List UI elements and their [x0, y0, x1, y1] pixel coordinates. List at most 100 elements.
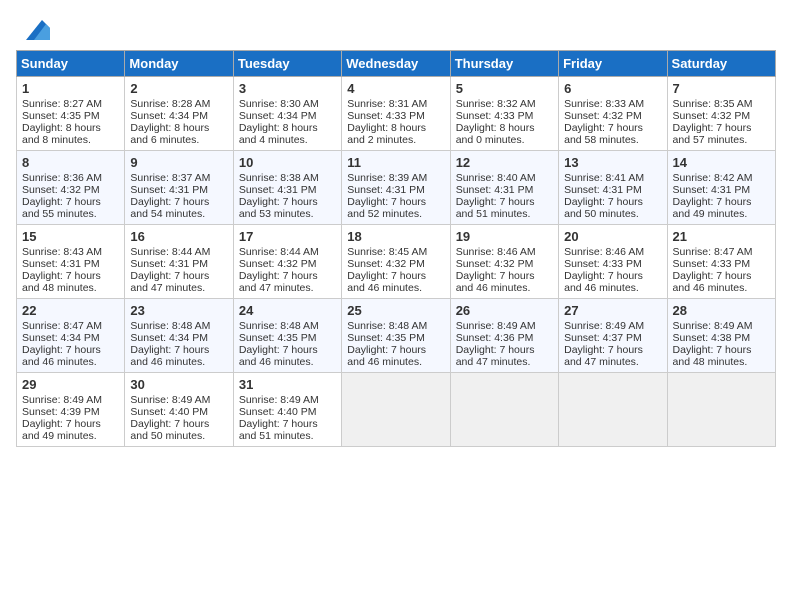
sunrise: Sunrise: 8:42 AM [673, 172, 753, 184]
calendar-cell: 28Sunrise: 8:49 AMSunset: 4:38 PMDayligh… [667, 299, 775, 373]
sunset: Sunset: 4:32 PM [673, 110, 751, 122]
daylight: Daylight: 7 hours and 58 minutes. [564, 122, 643, 146]
sunset: Sunset: 4:34 PM [130, 110, 208, 122]
calendar-cell: 6 Sunrise: 8:33 AMSunset: 4:32 PMDaylight… [559, 77, 667, 151]
sunset: Sunset: 4:31 PM [456, 184, 534, 196]
sunrise: Sunrise: 8:27 AM [22, 98, 102, 110]
day-number: 2 [130, 81, 227, 96]
logo-icon [18, 16, 50, 44]
sunrise: Sunrise: 8:49 AM [673, 320, 753, 332]
sunset: Sunset: 4:31 PM [564, 184, 642, 196]
day-number: 1 [22, 81, 119, 96]
daylight: Daylight: 8 hours and 8 minutes. [22, 122, 101, 146]
weekday-header: Saturday [667, 51, 775, 77]
calendar-cell: 7Sunrise: 8:35 AMSunset: 4:32 PMDaylight… [667, 77, 775, 151]
calendar-cell: 9Sunrise: 8:37 AMSunset: 4:31 PMDaylight… [125, 151, 233, 225]
sunset: Sunset: 4:35 PM [22, 110, 100, 122]
sunrise: Sunrise: 8:49 AM [22, 394, 102, 406]
day-number: 30 [130, 377, 227, 392]
daylight: Daylight: 7 hours and 49 minutes. [22, 418, 101, 442]
daylight: Daylight: 7 hours and 46 minutes. [564, 270, 643, 294]
logo [16, 16, 50, 44]
calendar-week-row: 22Sunrise: 8:47 AMSunset: 4:34 PMDayligh… [17, 299, 776, 373]
sunset: Sunset: 4:35 PM [347, 332, 425, 344]
sunset: Sunset: 4:33 PM [456, 110, 534, 122]
sunrise: Sunrise: 8:30 AM [239, 98, 319, 110]
sunset: Sunset: 4:31 PM [239, 184, 317, 196]
calendar-cell: 29Sunrise: 8:49 AMSunset: 4:39 PMDayligh… [17, 373, 125, 447]
calendar-cell: 16Sunrise: 8:44 AMSunset: 4:31 PMDayligh… [125, 225, 233, 299]
sunrise: Sunrise: 8:45 AM [347, 246, 427, 258]
sunset: Sunset: 4:32 PM [564, 110, 642, 122]
daylight: Daylight: 7 hours and 47 minutes. [130, 270, 209, 294]
calendar-cell: 17Sunrise: 8:44 AMSunset: 4:32 PMDayligh… [233, 225, 341, 299]
day-number: 5 [456, 81, 553, 96]
calendar-cell: 30Sunrise: 8:49 AMSunset: 4:40 PMDayligh… [125, 373, 233, 447]
day-number: 12 [456, 155, 553, 170]
weekday-header: Wednesday [342, 51, 450, 77]
daylight: Daylight: 7 hours and 54 minutes. [130, 196, 209, 220]
sunset: Sunset: 4:33 PM [347, 110, 425, 122]
sunrise: Sunrise: 8:46 AM [564, 246, 644, 258]
sunset: Sunset: 4:35 PM [239, 332, 317, 344]
sunrise: Sunrise: 8:44 AM [130, 246, 210, 258]
calendar-cell: 15Sunrise: 8:43 AMSunset: 4:31 PMDayligh… [17, 225, 125, 299]
sunset: Sunset: 4:40 PM [239, 406, 317, 418]
day-number: 6 [564, 81, 661, 96]
daylight: Daylight: 7 hours and 51 minutes. [239, 418, 318, 442]
day-number: 17 [239, 229, 336, 244]
day-number: 28 [673, 303, 770, 318]
day-number: 24 [239, 303, 336, 318]
daylight: Daylight: 8 hours and 2 minutes. [347, 122, 426, 146]
sunrise: Sunrise: 8:33 AM [564, 98, 644, 110]
calendar-cell: 31Sunrise: 8:49 AMSunset: 4:40 PMDayligh… [233, 373, 341, 447]
sunrise: Sunrise: 8:48 AM [347, 320, 427, 332]
daylight: Daylight: 7 hours and 49 minutes. [673, 196, 752, 220]
sunrise: Sunrise: 8:47 AM [22, 320, 102, 332]
day-number: 10 [239, 155, 336, 170]
sunrise: Sunrise: 8:48 AM [239, 320, 319, 332]
daylight: Daylight: 7 hours and 48 minutes. [22, 270, 101, 294]
sunset: Sunset: 4:31 PM [130, 184, 208, 196]
day-number: 25 [347, 303, 444, 318]
sunrise: Sunrise: 8:31 AM [347, 98, 427, 110]
sunset: Sunset: 4:31 PM [347, 184, 425, 196]
calendar-cell: 18Sunrise: 8:45 AMSunset: 4:32 PMDayligh… [342, 225, 450, 299]
day-number: 15 [22, 229, 119, 244]
calendar-week-row: 29Sunrise: 8:49 AMSunset: 4:39 PMDayligh… [17, 373, 776, 447]
day-number: 8 [22, 155, 119, 170]
daylight: Daylight: 7 hours and 46 minutes. [130, 344, 209, 368]
sunset: Sunset: 4:33 PM [564, 258, 642, 270]
day-number: 16 [130, 229, 227, 244]
sunrise: Sunrise: 8:43 AM [22, 246, 102, 258]
day-number: 18 [347, 229, 444, 244]
sunset: Sunset: 4:34 PM [130, 332, 208, 344]
calendar-cell: 24 Sunrise: 8:48 AMSunset: 4:35 PMDayligh… [233, 299, 341, 373]
sunrise: Sunrise: 8:49 AM [564, 320, 644, 332]
daylight: Daylight: 7 hours and 48 minutes. [673, 344, 752, 368]
calendar-cell [450, 373, 558, 447]
calendar-cell [559, 373, 667, 447]
sunrise: Sunrise: 8:37 AM [130, 172, 210, 184]
sunrise: Sunrise: 8:40 AM [456, 172, 536, 184]
calendar-cell: 25Sunrise: 8:48 AMSunset: 4:35 PMDayligh… [342, 299, 450, 373]
daylight: Daylight: 7 hours and 47 minutes. [564, 344, 643, 368]
weekday-header: Monday [125, 51, 233, 77]
daylight: Daylight: 7 hours and 46 minutes. [239, 344, 318, 368]
daylight: Daylight: 7 hours and 50 minutes. [564, 196, 643, 220]
day-number: 20 [564, 229, 661, 244]
daylight: Daylight: 7 hours and 51 minutes. [456, 196, 535, 220]
sunrise: Sunrise: 8:36 AM [22, 172, 102, 184]
sunset: Sunset: 4:32 PM [456, 258, 534, 270]
daylight: Daylight: 7 hours and 46 minutes. [347, 270, 426, 294]
day-number: 7 [673, 81, 770, 96]
day-number: 26 [456, 303, 553, 318]
sunrise: Sunrise: 8:38 AM [239, 172, 319, 184]
calendar-table: SundayMondayTuesdayWednesdayThursdayFrid… [16, 50, 776, 447]
calendar-cell: 5Sunrise: 8:32 AMSunset: 4:33 PMDaylight… [450, 77, 558, 151]
sunset: Sunset: 4:32 PM [239, 258, 317, 270]
sunset: Sunset: 4:34 PM [239, 110, 317, 122]
sunrise: Sunrise: 8:41 AM [564, 172, 644, 184]
daylight: Daylight: 7 hours and 53 minutes. [239, 196, 318, 220]
daylight: Daylight: 8 hours and 4 minutes. [239, 122, 318, 146]
